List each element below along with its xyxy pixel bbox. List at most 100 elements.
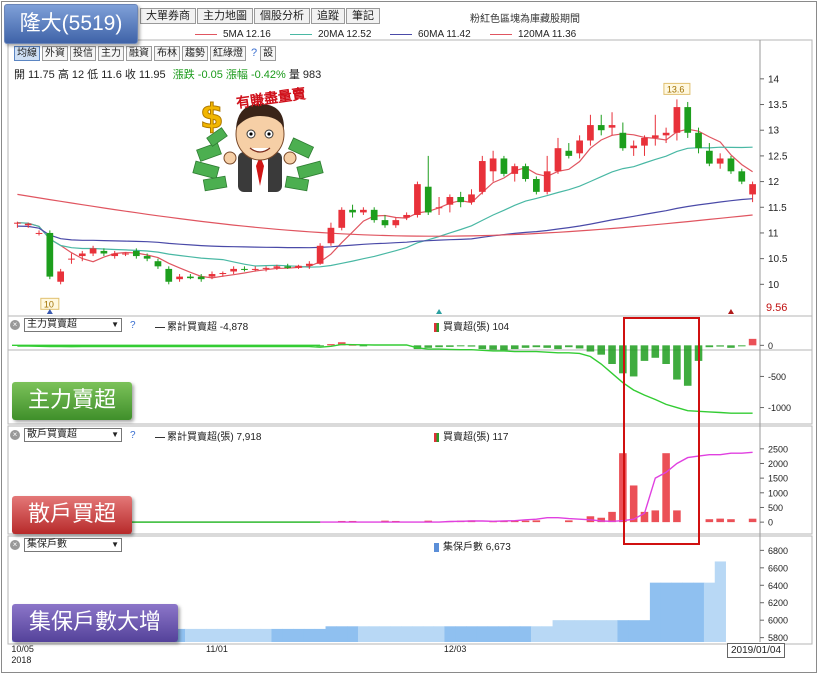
candle-body <box>251 268 259 270</box>
candle-body <box>230 268 237 272</box>
candle-body <box>165 268 173 282</box>
holders-bar <box>433 626 445 642</box>
main-force-y-tick-label: 0 <box>768 341 773 351</box>
candle-body <box>208 274 216 277</box>
y-tick-label: 13 <box>768 126 780 137</box>
candle-body <box>35 232 43 234</box>
main-force-bar <box>435 345 443 348</box>
candle-body <box>89 248 97 254</box>
holders-bar <box>530 626 543 642</box>
retail-bar <box>705 519 714 523</box>
candle-body <box>316 245 324 264</box>
retail-y-tick-label: 1000 <box>768 488 788 498</box>
holders-bar <box>293 628 305 642</box>
last-low-label: 9.56 <box>766 302 787 314</box>
candle-body <box>468 194 475 203</box>
callout-main-force-sell: 主力賣超 <box>12 382 132 420</box>
retail-bar <box>521 520 530 523</box>
main-force-bar <box>629 345 638 377</box>
candle-body <box>587 125 594 141</box>
holders-bar <box>606 620 618 642</box>
retail-bar <box>619 453 627 523</box>
main-force-bar <box>705 345 714 348</box>
retail-y-tick-label: 1500 <box>768 474 788 484</box>
main-force-bar <box>640 345 649 361</box>
panel-border <box>7 39 813 351</box>
candle-body <box>273 266 281 268</box>
main-force-bar <box>651 345 660 358</box>
candle-body <box>262 267 270 269</box>
holders-bar <box>357 626 370 642</box>
candle-body <box>197 276 205 280</box>
x-tick-label: 11/01 <box>206 644 228 654</box>
holders-bar <box>574 620 586 642</box>
main-force-bar <box>424 345 433 348</box>
main-force-bar <box>662 345 670 364</box>
main-force-bar <box>532 345 541 348</box>
retail-bar <box>662 453 670 523</box>
candle-body <box>543 171 551 192</box>
candle-body <box>630 145 638 149</box>
holders-bar <box>714 561 726 642</box>
retail-bar <box>716 518 724 523</box>
candle-body <box>143 256 151 259</box>
holders-bar <box>703 582 716 642</box>
retail-bar <box>673 510 681 523</box>
candle-body <box>176 276 183 280</box>
retail-bar <box>629 485 638 523</box>
main-force-bar <box>597 345 606 355</box>
candle-body <box>305 263 313 266</box>
candle-body <box>295 265 302 268</box>
retail-bar <box>748 518 757 523</box>
holders-bar <box>682 582 694 642</box>
x-tick-label: 10/05 <box>11 644 34 654</box>
y-tick-label: 10 <box>768 280 780 291</box>
candle-body <box>435 207 443 209</box>
holders-y-tick-label: 6800 <box>768 546 788 556</box>
holders-bar <box>639 620 651 642</box>
holders-bar <box>628 620 640 642</box>
candle-body <box>392 220 400 226</box>
candle-body <box>511 166 519 174</box>
candle-body <box>132 250 140 257</box>
main-force-bar <box>478 345 487 350</box>
holders-bar <box>271 628 283 642</box>
holders-bar <box>487 626 499 642</box>
main-force-bar <box>586 345 595 352</box>
main-force-bar <box>748 338 757 346</box>
holders-bar <box>325 626 337 642</box>
candle-body <box>641 137 648 146</box>
chart-canvas: 10 10.5 11 11.5 12 12.5 13 13.5 14 10 13.6 9.56 0 -50… <box>7 39 813 665</box>
candle-body <box>716 158 724 164</box>
main-force-bar <box>554 345 562 350</box>
candle-body <box>457 196 465 203</box>
main-force-bar <box>619 345 627 374</box>
holders-bar <box>552 620 564 642</box>
holders-bar <box>239 628 251 642</box>
holders-bar <box>260 628 272 642</box>
holders-bar <box>541 626 553 642</box>
holders-bar <box>649 582 662 642</box>
holders-bar <box>498 626 510 642</box>
candle-body <box>78 253 86 257</box>
holders-bar <box>585 620 597 642</box>
holders-bar <box>671 582 683 642</box>
callout-holders-increase: 集保戶數大增 <box>12 604 178 642</box>
holders-bar <box>693 582 705 642</box>
candle-body <box>46 232 54 277</box>
holders-bar <box>379 626 391 642</box>
holders-y-tick-label: 6400 <box>768 581 788 591</box>
candle-body <box>446 196 454 205</box>
ma20-line <box>17 146 753 268</box>
candle-body <box>597 125 605 131</box>
holders-bar <box>368 626 380 642</box>
candle-body <box>327 227 335 244</box>
holders-y-tick-label: 6600 <box>768 563 788 573</box>
holders-bar <box>422 626 435 642</box>
candle-body <box>349 209 356 213</box>
holders-bar <box>390 626 402 642</box>
candle-body <box>705 150 713 164</box>
candle-body <box>619 132 627 149</box>
low-marker-label: 10 <box>44 299 54 309</box>
retail-y-tick-label: 0 <box>768 518 773 528</box>
